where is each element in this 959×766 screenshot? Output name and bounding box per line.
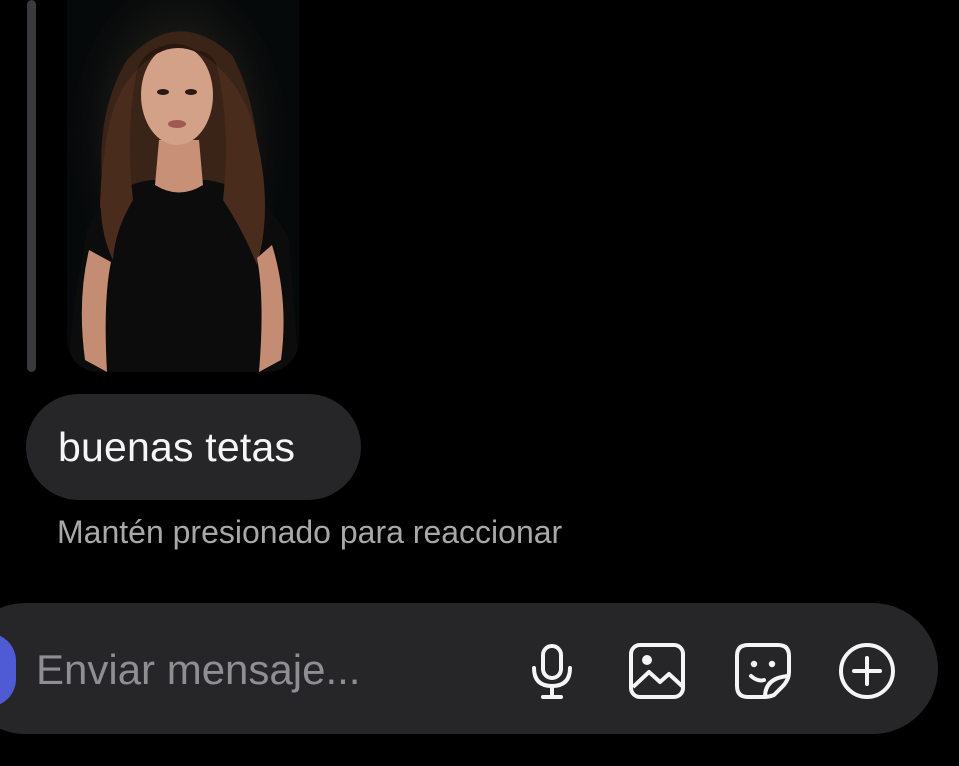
reaction-hint: Mantén presionado para reaccionar [57,514,563,550]
microphone-icon [532,644,572,699]
message-input[interactable] [36,640,496,700]
gallery-button[interactable] [624,638,690,704]
reply-indicator-bar [27,0,36,372]
sticker-button[interactable] [730,638,796,704]
shared-photo[interactable] [67,0,299,372]
image-icon [629,643,685,699]
more-options-button[interactable] [834,638,900,704]
photo-illustration [67,0,299,372]
plus-circle-icon [839,643,895,699]
message-text: buenas tetas [58,423,296,470]
microphone-button[interactable] [519,638,585,704]
message-bubble[interactable]: buenas tetas [26,394,361,500]
sticker-icon [735,643,791,699]
